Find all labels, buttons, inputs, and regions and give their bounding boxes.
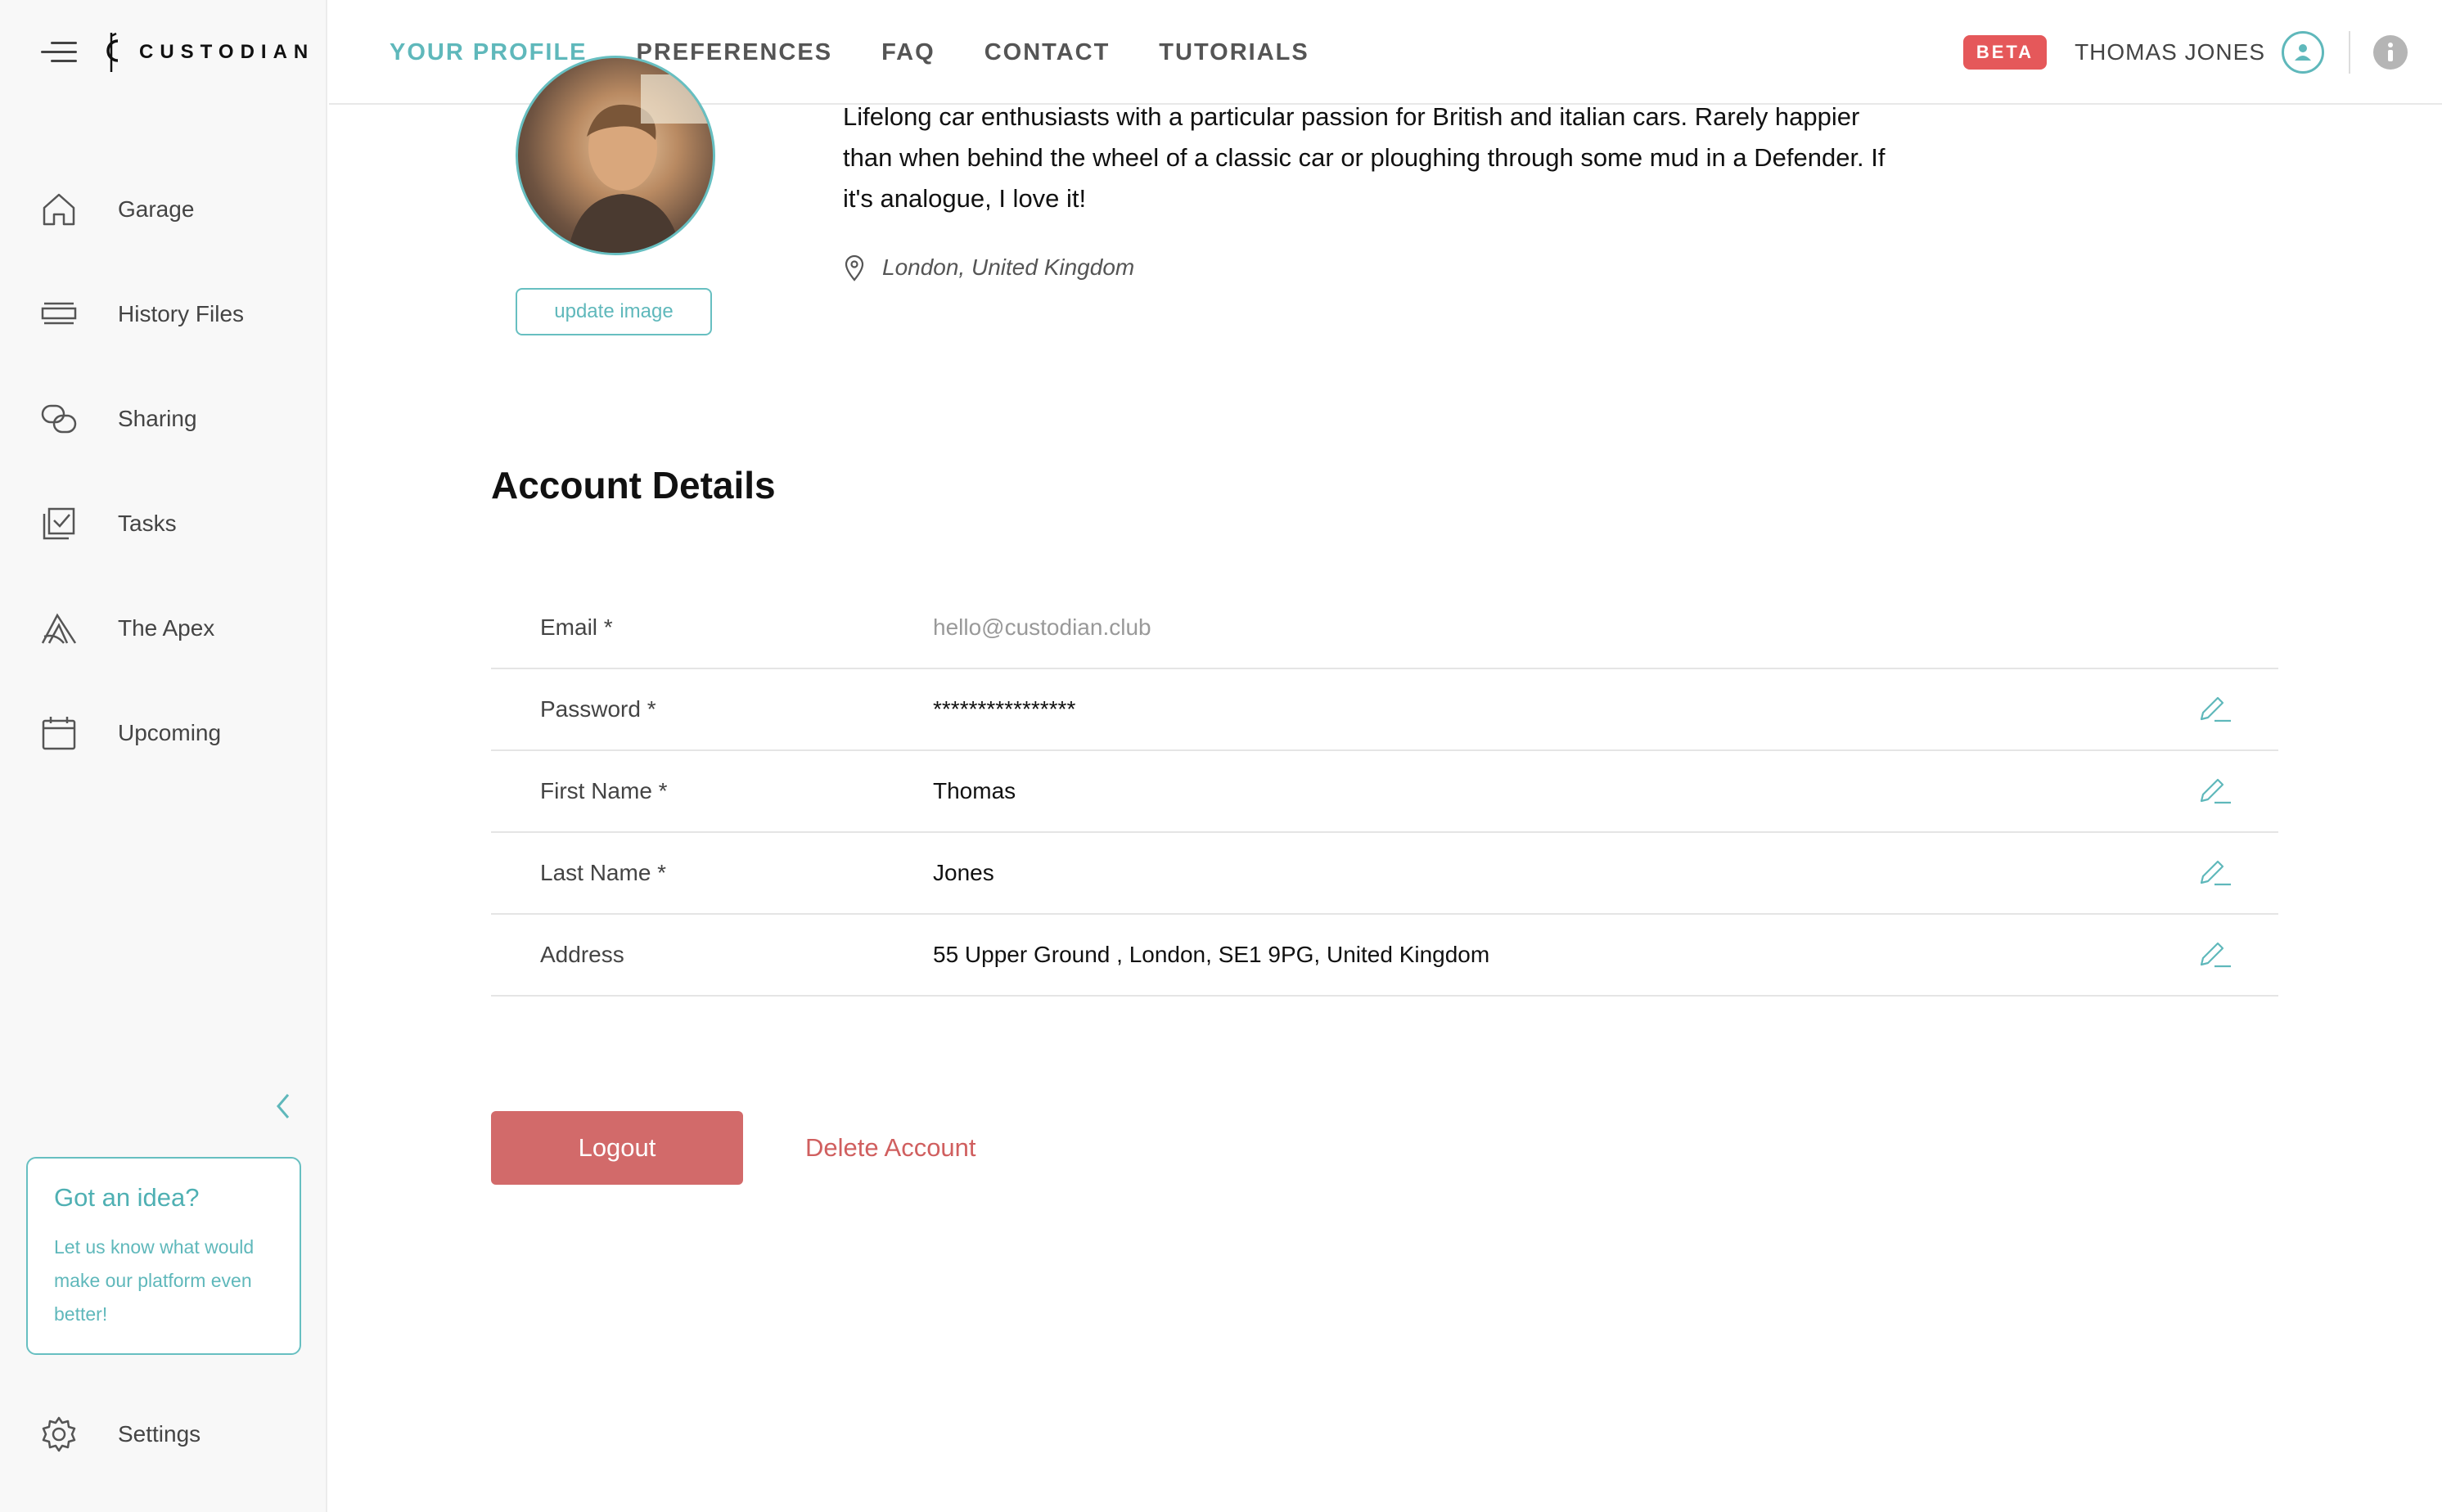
sidebar-item-label: Upcoming — [118, 720, 222, 745]
collapse-sidebar-button[interactable] — [267, 1090, 300, 1123]
gear-icon — [42, 1416, 76, 1452]
settings-label: Settings — [118, 1421, 201, 1447]
sidebar-item-sharing[interactable]: Sharing — [0, 367, 327, 471]
idea-card-body: Let us know what would make our platform… — [54, 1236, 255, 1325]
profile-photo — [516, 56, 715, 255]
row-label: First Name * — [540, 778, 668, 803]
sidebar-item-garage[interactable]: Garage — [0, 157, 327, 262]
sidebar-nav: Garage History Files Sharing Tasks The A… — [0, 157, 327, 785]
row-label: Last Name * — [540, 860, 667, 885]
user-area: BETA THOMAS JONES — [1962, 0, 2408, 105]
beta-badge: BETA — [1962, 35, 2048, 70]
row-value: **************** — [933, 696, 1076, 722]
sidebar-item-tasks[interactable]: Tasks — [0, 471, 327, 576]
brand: CUSTODIAN — [41, 29, 314, 75]
sidebar-item-the-apex[interactable]: The Apex — [0, 576, 327, 681]
user-avatar-icon[interactable] — [2282, 31, 2324, 74]
sidebar-item-label: Garage — [118, 196, 195, 222]
account-row-password: Password * **************** — [491, 669, 2278, 751]
row-label: Address — [540, 942, 624, 967]
row-label: Password * — [540, 696, 656, 722]
menu-icon[interactable] — [41, 40, 77, 65]
row-label: Email * — [540, 614, 613, 640]
tab-tutorials[interactable]: TUTORIALS — [1159, 39, 1309, 66]
location-text: London, United Kingdom — [882, 254, 1135, 280]
apex-icon — [41, 613, 77, 644]
row-value: Thomas — [933, 778, 1016, 803]
profile-location: London, United Kingdom — [843, 254, 1134, 281]
logout-button[interactable]: Logout — [491, 1111, 743, 1185]
account-row-last-name: Last Name * Jones — [491, 833, 2278, 915]
chevron-left-icon — [277, 1094, 290, 1118]
info-icon[interactable] — [2373, 35, 2408, 70]
edit-pencil-icon[interactable] — [2196, 693, 2232, 726]
custodian-logo-icon — [106, 32, 119, 72]
sidebar-item-label: Tasks — [118, 511, 177, 536]
edit-pencil-icon[interactable] — [2196, 775, 2232, 808]
row-value: hello@custodian.club — [933, 614, 1151, 640]
tab-your-profile[interactable]: YOUR PROFILE — [390, 39, 588, 66]
sidebar-item-upcoming[interactable]: Upcoming — [0, 681, 327, 785]
sidebar-item-label: Sharing — [118, 406, 197, 431]
calendar-icon — [42, 717, 76, 750]
sharing-icon — [41, 404, 77, 434]
profile-bio: Lifelong car enthusiasts with a particul… — [843, 102, 1886, 213]
update-image-button[interactable]: update image — [516, 288, 712, 335]
account-row-email: Email * hello@custodian.club — [491, 587, 2278, 669]
tab-faq[interactable]: FAQ — [881, 39, 935, 66]
account-details-title: Account Details — [491, 464, 776, 506]
idea-card-title: Got an idea? — [54, 1183, 200, 1212]
row-value: Jones — [933, 860, 994, 885]
history-files-icon — [41, 302, 77, 325]
home-icon — [43, 193, 75, 226]
sidebar: CUSTODIAN Garage History Files Sharing T… — [0, 0, 327, 1512]
edit-pencil-icon[interactable] — [2196, 857, 2232, 889]
idea-card[interactable]: Got an idea? Let us know what would make… — [26, 1157, 301, 1355]
profile-tabs: YOUR PROFILE PREFERENCES FAQ CONTACT TUT… — [390, 0, 1358, 105]
account-row-first-name: First Name * Thomas — [491, 751, 2278, 833]
account-row-address: Address 55 Upper Ground , London, SE1 9P… — [491, 915, 2278, 997]
tasks-icon — [43, 507, 75, 540]
user-name[interactable]: THOMAS JONES — [2075, 39, 2265, 65]
tab-contact[interactable]: CONTACT — [984, 39, 1111, 66]
sidebar-item-label: History Files — [118, 301, 245, 326]
brand-name: CUSTODIAN — [139, 41, 315, 63]
row-value: 55 Upper Ground , London, SE1 9PG, Unite… — [933, 942, 1490, 967]
sidebar-item-history-files[interactable]: History Files — [0, 262, 327, 367]
location-pin-icon — [845, 254, 864, 281]
account-details-table: Email * hello@custodian.club Password * … — [491, 587, 2278, 997]
tab-preferences[interactable]: PREFERENCES — [637, 39, 833, 66]
divider — [2349, 31, 2350, 74]
sidebar-item-settings[interactable]: Settings — [39, 1406, 200, 1463]
sidebar-item-label: The Apex — [118, 615, 215, 641]
edit-pencil-icon[interactable] — [2196, 938, 2232, 971]
delete-account-link[interactable]: Delete Account — [805, 1111, 976, 1185]
